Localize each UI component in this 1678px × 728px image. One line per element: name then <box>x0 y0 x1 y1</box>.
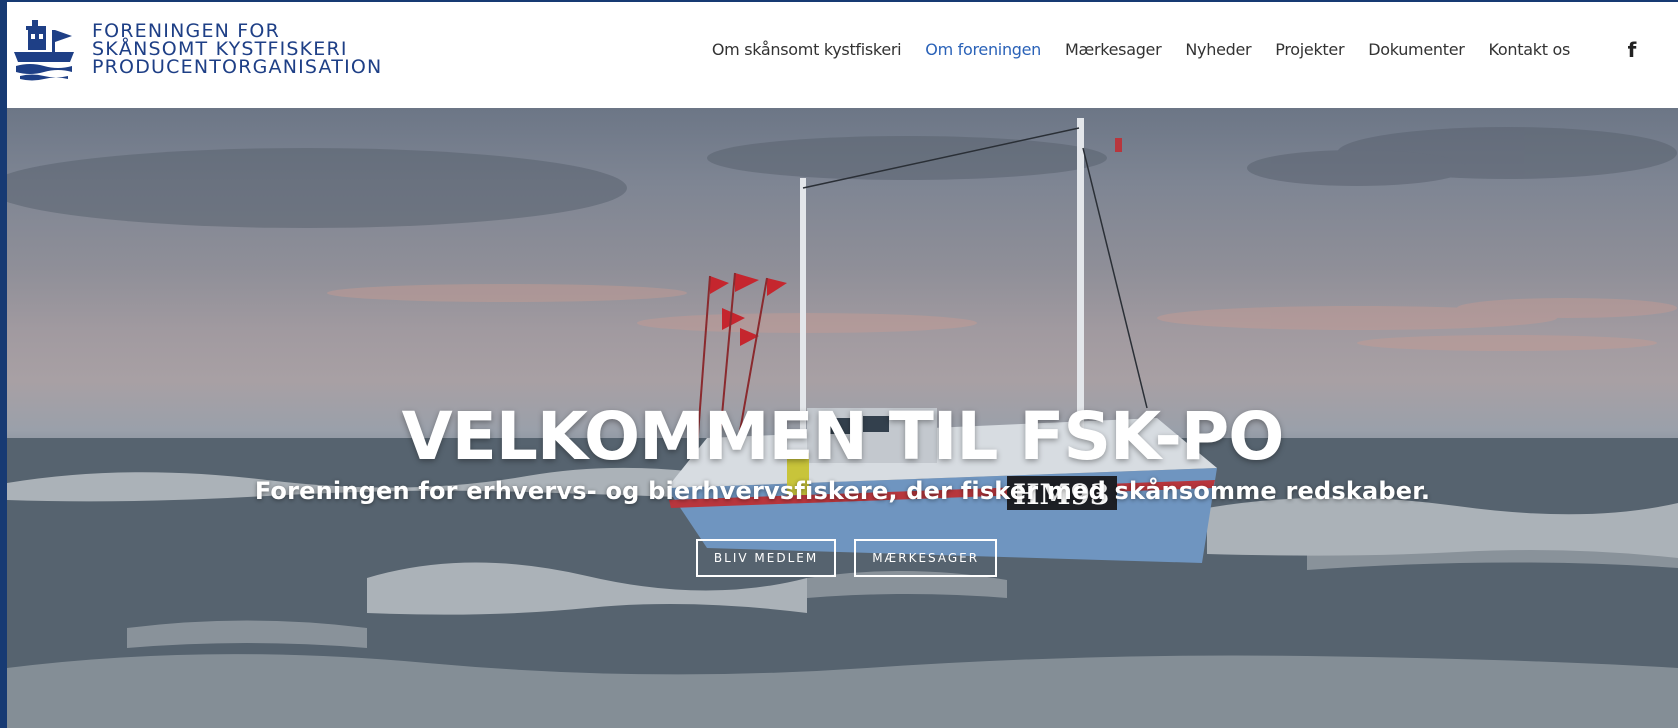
hero-title: VELKOMMEN TIL FSK-PO <box>401 398 1285 475</box>
hero-banner: HM93 VELKOMMEN TIL FSK-PO Foreningen for… <box>7 108 1678 728</box>
logo-wordmark: FORENINGEN FOR SKÅNSOMT KYSTFISKERI PROD… <box>92 16 383 78</box>
hero-buttons: BLIV MEDLEM MÆRKESAGER <box>7 539 1678 577</box>
bliv-medlem-button[interactable]: BLIV MEDLEM <box>695 539 837 577</box>
maerkesager-button[interactable]: MÆRKESAGER <box>854 539 998 577</box>
nav-item-kontakt-os[interactable]: Kontakt os <box>1477 40 1582 59</box>
nav-item-om-skansomt-kystfiskeri[interactable]: Om skånsomt kystfiskeri <box>700 40 913 59</box>
site-header: FORENINGEN FOR SKÅNSOMT KYSTFISKERI PROD… <box>7 2 1678 108</box>
nav-item-projekter[interactable]: Projekter <box>1263 40 1356 59</box>
site-logo[interactable]: FORENINGEN FOR SKÅNSOMT KYSTFISKERI PROD… <box>12 16 382 82</box>
nav-item-dokumenter[interactable]: Dokumenter <box>1356 40 1476 59</box>
facebook-icon[interactable]: f <box>1622 38 1642 64</box>
boat-logo-icon <box>14 20 74 81</box>
logo-line-3: PRODUCENTORGANISATION <box>92 56 383 78</box>
nav-item-nyheder[interactable]: Nyheder <box>1173 40 1263 59</box>
main-nav: Om skånsomt kystfiskeri Om foreningen Mæ… <box>700 40 1582 59</box>
nav-item-maerkesager[interactable]: Mærkesager <box>1053 40 1173 59</box>
nav-item-om-foreningen[interactable]: Om foreningen <box>913 40 1053 59</box>
hero-subtitle: Foreningen for erhvervs- og bierhvervsfi… <box>254 477 1431 505</box>
